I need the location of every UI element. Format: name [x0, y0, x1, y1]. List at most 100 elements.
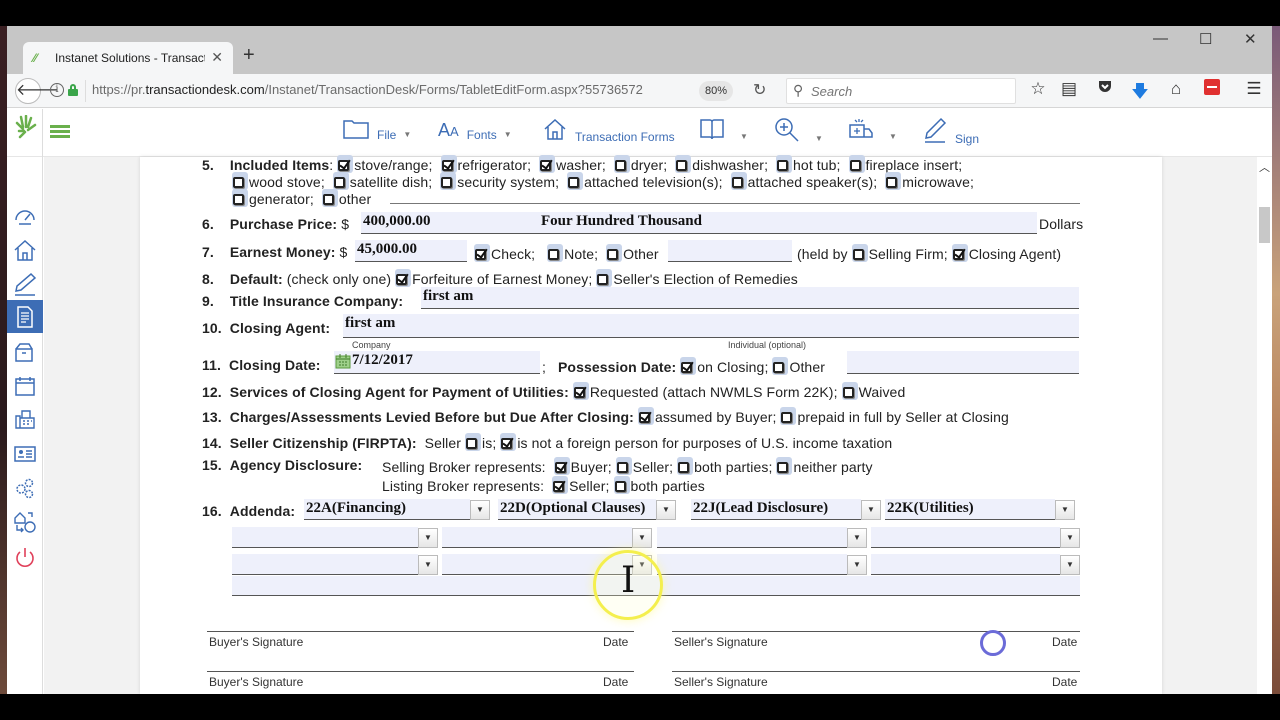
dropdown-arrow-button[interactable]: ▼ [861, 500, 881, 520]
search-input[interactable] [811, 82, 1011, 100]
option-checkbox[interactable] [777, 462, 789, 473]
addenda-select[interactable]: 22A(Financing) [304, 499, 470, 520]
sidebar-item-dashboard[interactable] [7, 199, 43, 232]
included-item-checkbox[interactable] [441, 177, 453, 188]
included-item-checkbox[interactable] [322, 194, 334, 205]
purchase-price-words-field[interactable]: Four Hundred Thousand [537, 212, 1037, 234]
option-checkbox[interactable] [554, 462, 566, 473]
dropdown-arrow-button[interactable]: ▼ [847, 528, 867, 548]
sidebar-item-home[interactable] [7, 233, 43, 266]
included-item-checkbox[interactable] [676, 160, 688, 171]
book-menu[interactable]: ▼ [699, 117, 748, 147]
dropdown-arrow-button[interactable]: ▼ [1060, 555, 1080, 575]
is-not-foreign-checkbox[interactable] [501, 438, 513, 449]
addenda-extra-field[interactable] [232, 576, 1080, 596]
minimize-button[interactable]: — [1153, 30, 1168, 47]
back-button[interactable]: 🡐 [15, 78, 59, 104]
addenda-select[interactable]: 22D(Optional Clauses) [498, 499, 656, 520]
sidebar-item-transfer[interactable] [7, 505, 43, 538]
utilities-waived-checkbox[interactable] [842, 387, 854, 398]
title-insurance-field[interactable]: first am [421, 287, 1079, 309]
included-item-checkbox[interactable] [886, 177, 898, 188]
browser-tab[interactable]: ⁄⁄ Instanet Solutions - Transact ✕ [23, 42, 233, 74]
sidebar-item-fax[interactable] [7, 403, 43, 436]
fonts-menu[interactable]: AA Fonts ▼ [438, 117, 512, 145]
included-item-checkbox[interactable] [441, 160, 453, 171]
option-checkbox[interactable] [616, 462, 628, 473]
scroll-up-icon[interactable]: ︿ [1259, 159, 1270, 175]
sidebar-item-contacts[interactable] [7, 437, 43, 470]
app-menu-button[interactable] [50, 125, 70, 139]
info-icon[interactable]: i [50, 83, 64, 97]
reload-icon[interactable]: ↻ [753, 80, 766, 100]
included-item-checkbox[interactable] [233, 194, 244, 205]
sidebar-item-calendar[interactable] [7, 369, 43, 402]
purchase-price-field[interactable]: 400,000.00 [361, 212, 537, 234]
prepaid-by-seller-checkbox[interactable] [781, 412, 793, 423]
addenda-select[interactable] [442, 527, 632, 548]
menu-icon[interactable]: ☰ [1243, 79, 1265, 99]
forfeiture-checkbox[interactable] [396, 274, 408, 285]
calendar-picker-icon[interactable] [335, 353, 351, 374]
sign-menu[interactable]: Sign [923, 117, 979, 149]
included-item-checkbox[interactable] [540, 160, 552, 171]
earnest-money-field[interactable]: 45,000.00 [355, 240, 467, 262]
selling-firm-checkbox[interactable] [852, 249, 864, 260]
addenda-select[interactable] [657, 554, 847, 575]
seller-election-checkbox[interactable] [597, 274, 609, 285]
is-foreign-checkbox[interactable] [466, 438, 478, 449]
other-checkbox[interactable] [607, 249, 619, 260]
sidebar-item-sign[interactable] [7, 267, 43, 300]
assumed-by-buyer-checkbox[interactable] [638, 412, 650, 423]
option-checkbox[interactable] [614, 481, 626, 492]
dropdown-arrow-button[interactable]: ▼ [656, 500, 676, 520]
new-tab-button[interactable]: + [243, 44, 255, 67]
addenda-select[interactable]: 22J(Lead Disclosure) [691, 499, 861, 520]
maximize-button[interactable]: ☐ [1199, 30, 1212, 48]
zoom-level-badge[interactable]: 80% [699, 81, 733, 101]
on-closing-checkbox[interactable] [681, 362, 693, 373]
home-icon[interactable]: ⌂ [1165, 79, 1187, 99]
instanet-logo-icon[interactable] [15, 114, 37, 147]
downloads-icon[interactable]: 🡇 [1129, 79, 1151, 108]
included-item-checkbox[interactable] [568, 177, 580, 188]
file-menu[interactable]: File ▼ [343, 117, 411, 145]
pocket-icon[interactable] [1094, 79, 1116, 100]
included-item-checkbox[interactable] [614, 160, 626, 171]
option-checkbox[interactable] [678, 462, 690, 473]
reading-list-icon[interactable]: ▤ [1058, 79, 1080, 99]
possession-other-field[interactable] [847, 351, 1079, 374]
dropdown-arrow-button[interactable]: ▼ [847, 555, 867, 575]
possession-other-checkbox[interactable] [773, 362, 785, 373]
zoom-menu[interactable]: ▼ [774, 117, 823, 149]
included-item-checkbox[interactable] [338, 160, 350, 171]
dropdown-arrow-button[interactable]: ▼ [418, 555, 438, 575]
closing-agent-company-field[interactable]: first am [343, 314, 670, 338]
addenda-select[interactable] [871, 554, 1060, 575]
sidebar-item-logout[interactable] [7, 540, 43, 573]
vertical-scrollbar[interactable]: ︿ [1257, 157, 1272, 694]
included-item-checkbox[interactable] [777, 160, 789, 171]
included-item-checkbox[interactable] [731, 177, 743, 188]
option-checkbox[interactable] [553, 481, 565, 492]
note-checkbox[interactable] [548, 249, 560, 260]
addenda-select[interactable]: 22K(Utilities) [885, 499, 1055, 520]
sidebar-item-packages[interactable] [7, 335, 43, 368]
dropdown-arrow-button[interactable]: ▼ [632, 528, 652, 548]
scrollbar-thumb[interactable] [1259, 207, 1270, 243]
search-box[interactable]: ⚲ [786, 78, 1016, 104]
included-item-checkbox[interactable] [333, 177, 345, 188]
included-item-checkbox[interactable] [849, 160, 861, 171]
dropdown-arrow-button[interactable]: ▼ [1055, 500, 1075, 520]
closing-date-field[interactable]: 7/12/2017 [334, 351, 540, 374]
addenda-select[interactable] [232, 527, 418, 548]
addenda-select[interactable] [871, 527, 1060, 548]
dropdown-arrow-button[interactable]: ▼ [470, 500, 490, 520]
dropdown-arrow-button[interactable]: ▼ [632, 555, 652, 575]
dropdown-arrow-button[interactable]: ▼ [418, 528, 438, 548]
utilities-requested-checkbox[interactable] [573, 387, 585, 398]
bookmark-star-icon[interactable]: ☆ [1027, 79, 1049, 99]
closing-agent-checkbox[interactable] [952, 249, 964, 260]
sidebar-item-settings[interactable] [7, 471, 43, 504]
lock-icon[interactable] [68, 84, 78, 96]
